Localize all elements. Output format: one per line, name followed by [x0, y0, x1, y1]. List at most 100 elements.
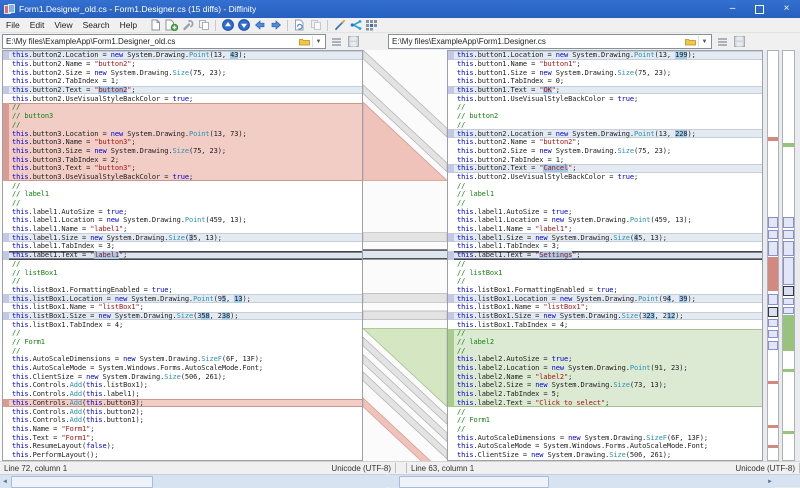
code-line[interactable]: this.label1.Text = "Settings"; [448, 251, 762, 260]
overview-diff-mark-chg[interactable] [768, 294, 778, 305]
overview-diff-mark-chg[interactable] [768, 241, 778, 256]
code-line[interactable]: this.label1.Name = "label1"; [3, 225, 362, 234]
code-line[interactable]: this.button1.TabIndex = 0; [448, 77, 762, 86]
code-line[interactable]: this.label2.AutoSize = true; [448, 355, 762, 364]
code-line[interactable]: this.ClientSize = new System.Drawing.Siz… [3, 372, 362, 381]
overview-diff-mark-red[interactable] [768, 137, 778, 141]
left-file-path-input[interactable]: E:\My files\ExampleApp\Form1.Designer_ol… [2, 34, 326, 49]
code-line[interactable]: this.PerformLayout(); [3, 451, 362, 460]
maximize-button[interactable] [746, 0, 773, 18]
code-line[interactable]: this.label1.Location = new System.Drawin… [448, 216, 762, 225]
code-line[interactable]: this.button3.Location = new System.Drawi… [3, 129, 362, 138]
code-line[interactable]: this.label2.Location = new System.Drawin… [448, 364, 762, 373]
code-line[interactable]: // [3, 346, 362, 355]
code-line[interactable]: this.button1.Text = "OK"; [448, 86, 762, 95]
code-line[interactable]: this.button2.UseVisualStyleBackColor = t… [448, 173, 762, 182]
code-line[interactable]: // [3, 121, 362, 130]
overview-diff-mark-cur[interactable] [768, 307, 778, 317]
code-line[interactable]: this.button3.Text = "button3"; [3, 164, 362, 173]
code-line[interactable]: this.label1.Location = new System.Drawin… [3, 216, 362, 225]
code-line[interactable]: this.listBox1.Location = new System.Draw… [3, 294, 362, 303]
code-line[interactable]: this.button3.TabIndex = 2; [3, 155, 362, 164]
code-line[interactable]: // [448, 121, 762, 130]
code-line[interactable]: this.listBox1.TabIndex = 4; [448, 320, 762, 329]
code-line[interactable]: this.label2.TabIndex = 5; [448, 390, 762, 399]
overview-diff-mark-green[interactable] [783, 369, 794, 372]
overview-diff-mark-green[interactable] [783, 431, 794, 434]
code-line[interactable]: this.Name = "Form1"; [3, 425, 362, 434]
code-line[interactable]: // [448, 103, 762, 112]
scroll-left-icon[interactable]: ◄ [0, 475, 10, 488]
chevron-down-icon[interactable]: ▼ [312, 36, 324, 47]
overview-diff-mark-red[interactable] [768, 257, 778, 291]
code-line[interactable]: // listBox1 [3, 268, 362, 277]
right-code-pane[interactable]: this.button1.Location = new System.Drawi… [447, 50, 763, 461]
code-line[interactable]: // [3, 260, 362, 269]
code-line[interactable]: this.listBox1.TabIndex = 4; [3, 320, 362, 329]
overview-diff-mark-chg[interactable] [783, 307, 794, 314]
overview-diff-mark-cur[interactable] [783, 286, 794, 296]
left-hscrollbar[interactable]: ◄ [0, 474, 386, 488]
overview-diff-mark-chg[interactable] [768, 330, 778, 338]
left-hscroll-thumb[interactable] [11, 476, 153, 488]
code-line[interactable]: this.button3.UseVisualStyleBackColor = t… [3, 173, 362, 182]
left-overview-map[interactable] [767, 50, 779, 461]
code-line[interactable]: this.button2.Location = new System.Drawi… [448, 129, 762, 138]
left-code-pane[interactable]: this.button2.Location = new System.Drawi… [2, 50, 363, 461]
toolbar-new-file-button[interactable] [148, 19, 163, 32]
overview-diff-mark-chg[interactable] [768, 230, 778, 239]
menu-help[interactable]: Help [115, 18, 142, 32]
code-line[interactable]: this.AutoScaleDimensions = new System.Dr… [448, 433, 762, 442]
code-line[interactable]: // Form1 [448, 416, 762, 425]
code-line[interactable]: this.Controls.Add(this.button2); [3, 407, 362, 416]
code-line[interactable]: this.label1.Size = new System.Drawing.Si… [448, 233, 762, 242]
overview-diff-mark-green[interactable] [783, 143, 794, 147]
toolbar-refresh-file-button[interactable] [292, 19, 307, 32]
code-line[interactable]: this.button1.Location = new System.Drawi… [448, 51, 762, 60]
code-line[interactable]: // [448, 407, 762, 416]
right-hscrollbar[interactable]: ► [389, 474, 775, 488]
code-line[interactable]: // [3, 103, 362, 112]
toolbar-edit-pencil-button[interactable] [332, 19, 347, 32]
code-line[interactable]: // label2 [448, 338, 762, 347]
right-overview-map[interactable] [782, 50, 795, 461]
overview-diff-mark-chg[interactable] [783, 241, 794, 256]
code-line[interactable]: this.button2.Text = "Cancel"; [448, 164, 762, 173]
code-line[interactable]: this.label1.TabIndex = 3; [448, 242, 762, 251]
toolbar-nav-right-button[interactable] [268, 19, 283, 32]
chevron-down-icon[interactable]: ▼ [698, 36, 710, 47]
code-line[interactable]: this.button2.Text = "button2"; [3, 86, 362, 95]
menu-edit[interactable]: Edit [25, 18, 50, 32]
code-line[interactable]: this.label1.Size = new System.Drawing.Si… [3, 233, 362, 242]
toolbar-copy-button[interactable] [196, 19, 211, 32]
code-line[interactable]: // [448, 199, 762, 208]
code-line[interactable]: this.ClientSize = new System.Drawing.Siz… [448, 451, 762, 460]
overview-diff-mark-chg[interactable] [783, 257, 794, 285]
code-line[interactable]: this.button1.Name = "button1"; [448, 60, 762, 69]
code-line[interactable]: this.listBox1.Location = new System.Draw… [448, 294, 762, 303]
code-line[interactable]: this.Controls.Add(this.listBox1); [3, 381, 362, 390]
overview-diff-mark-chg[interactable] [768, 217, 778, 228]
code-line[interactable]: this.listBox1.Size = new System.Drawing.… [448, 312, 762, 321]
code-line[interactable]: this.button2.Location = new System.Drawi… [3, 51, 362, 60]
code-line[interactable]: this.label1.AutoSize = true; [3, 207, 362, 216]
overview-diff-mark-chg[interactable] [768, 319, 778, 327]
folder-icon[interactable] [685, 37, 696, 46]
minimize-button[interactable]: – [719, 0, 746, 18]
toolbar-nav-left-button[interactable] [252, 19, 267, 32]
code-line[interactable]: // [3, 181, 362, 190]
overview-diff-mark-chg[interactable] [783, 298, 794, 305]
code-line[interactable]: // Form1 [3, 338, 362, 347]
close-button[interactable]: × [773, 0, 800, 18]
overview-diff-mark-chg[interactable] [783, 217, 794, 228]
code-line[interactable]: // label1 [448, 190, 762, 199]
toolbar-open-add-button[interactable] [164, 19, 179, 32]
diff-options-button[interactable] [715, 35, 729, 49]
code-line[interactable]: // [448, 425, 762, 434]
code-line[interactable]: // label1 [3, 190, 362, 199]
scroll-right-icon[interactable]: ► [765, 475, 775, 488]
code-line[interactable]: this.Controls.Add(this.button3); [3, 399, 362, 408]
code-line[interactable]: this.label2.Name = "label2"; [448, 372, 762, 381]
toolbar-merge-button[interactable] [348, 19, 363, 32]
code-line[interactable]: this.button1.Size = new System.Drawing.S… [448, 68, 762, 77]
